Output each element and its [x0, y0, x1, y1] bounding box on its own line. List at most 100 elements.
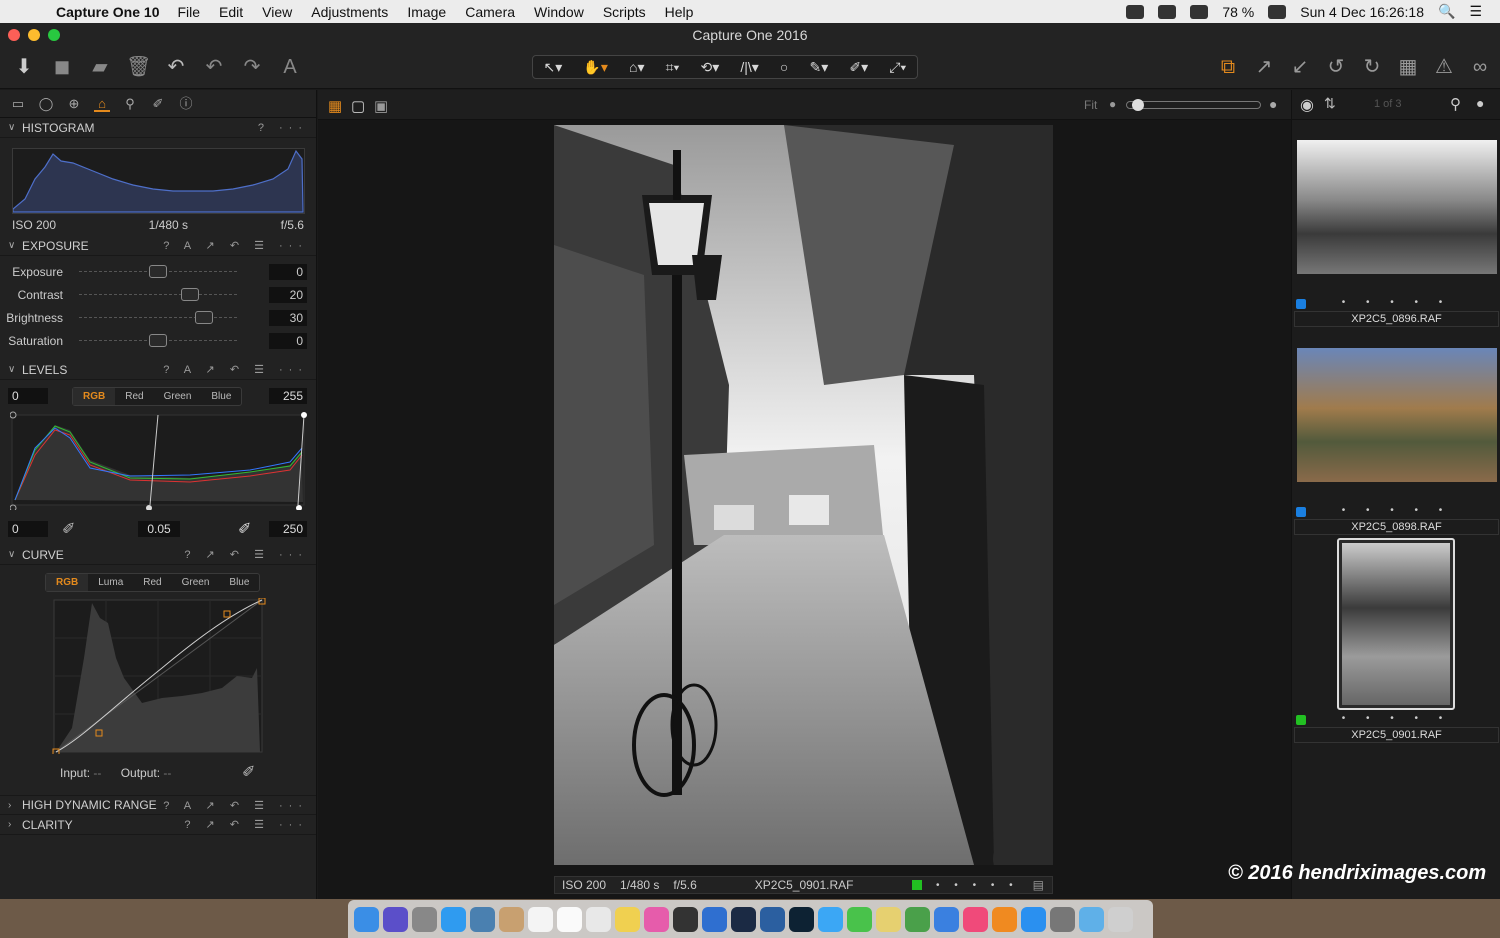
exposure-tab-icon[interactable]: ⌂: [94, 96, 110, 112]
star-rating[interactable]: • • • • •: [936, 880, 1019, 891]
slider-handle[interactable]: [180, 288, 199, 301]
levels-output-high[interactable]: 250: [269, 521, 307, 537]
clock[interactable]: Sun 4 Dec 16:26:18: [1300, 4, 1424, 20]
folder-icon[interactable]: ▰: [88, 55, 112, 79]
pages-icon[interactable]: [876, 906, 901, 932]
contrast-slider[interactable]: [79, 288, 237, 301]
brush-cursor-icon[interactable]: ✎▾: [809, 59, 828, 76]
menu-image[interactable]: Image: [407, 4, 446, 20]
curve-channel-luma[interactable]: Luma: [88, 574, 133, 591]
section-controls[interactable]: ? A ↗ ↶ ☰ ···: [163, 799, 308, 812]
itunes-icon[interactable]: [963, 906, 988, 932]
contacts-icon[interactable]: [499, 906, 524, 932]
info-app-icon[interactable]: [702, 906, 727, 932]
star-rating[interactable]: • • • • •: [1342, 713, 1452, 724]
thumbnail-item[interactable]: • • • • • XP2C5_0896.RAF: [1292, 120, 1500, 328]
curve-section-header[interactable]: ∨ CURVE ? ↗ ↶ ☰ ···: [0, 545, 316, 565]
downloads-folder-icon[interactable]: [1079, 906, 1104, 932]
brightness-value[interactable]: 30: [269, 309, 307, 326]
zoom-fit-label[interactable]: Fit: [1084, 98, 1097, 112]
section-controls[interactable]: ? ↗ ↶ ☰ ···: [184, 818, 308, 831]
star-rating[interactable]: • • • • •: [1342, 505, 1452, 516]
thumbnail-image[interactable]: [1297, 140, 1497, 274]
photos-icon[interactable]: [644, 906, 669, 932]
maps-icon[interactable]: [615, 906, 640, 932]
metadata-tab-icon[interactable]: ⓘ: [178, 96, 194, 112]
capture-tab-icon[interactable]: ◯: [38, 96, 54, 112]
photoshop-icon[interactable]: [789, 906, 814, 932]
saturation-value[interactable]: 0: [269, 332, 307, 349]
notification-center-icon[interactable]: ☰: [1469, 3, 1482, 20]
menu-window[interactable]: Window: [534, 4, 584, 20]
color-tag[interactable]: [1296, 507, 1306, 517]
keystone-cursor-icon[interactable]: /|\▾: [740, 59, 758, 76]
person-icon[interactable]: ●: [1476, 95, 1484, 111]
spotlight-icon[interactable]: 🔍: [1438, 3, 1455, 20]
hdr-section-header[interactable]: › HIGH DYNAMIC RANGE ? A ↗ ↶ ☰ ···: [0, 795, 316, 815]
loupe-cursor-icon[interactable]: ⌂▾: [629, 59, 644, 76]
redo-icon[interactable]: ↷: [240, 55, 264, 79]
slider-handle[interactable]: [149, 334, 167, 347]
copy-adjustments-icon[interactable]: ↗: [1252, 55, 1276, 79]
exposure-section-header[interactable]: ∨ EXPOSURE ? A ↗ ↶ ☰ ···: [0, 236, 316, 256]
menu-adjustments[interactable]: Adjustments: [311, 4, 388, 20]
siri-icon[interactable]: [383, 906, 408, 932]
levels-section-header[interactable]: ∨ LEVELS ? A ↗ ↶ ☰ ···: [0, 360, 316, 380]
color-tab-icon[interactable]: ⊕: [66, 96, 82, 112]
proof-view-icon[interactable]: ▣: [374, 97, 388, 115]
menu-edit[interactable]: Edit: [219, 4, 243, 20]
slider-handle[interactable]: [194, 311, 213, 324]
color-tag[interactable]: [1296, 299, 1306, 309]
curve-channel-green[interactable]: Green: [172, 574, 220, 591]
grid-icon[interactable]: ▦: [1396, 55, 1420, 79]
minimize-icon[interactable]: [28, 29, 40, 41]
safari-icon[interactable]: [441, 906, 466, 932]
notes-icon[interactable]: [557, 906, 582, 932]
keynote-icon[interactable]: [934, 906, 959, 932]
star-rating[interactable]: • • • • •: [1342, 297, 1452, 308]
multi-view-icon[interactable]: ▦: [328, 97, 342, 115]
network-icon[interactable]: [760, 906, 785, 932]
close-icon[interactable]: [8, 29, 20, 41]
menu-scripts[interactable]: Scripts: [603, 4, 646, 20]
proof-glasses-icon[interactable]: ∞: [1468, 55, 1492, 79]
levels-black-eyedropper-icon[interactable]: ✐: [62, 519, 75, 539]
search-icon[interactable]: ⚲: [1450, 95, 1461, 113]
curve-channel-red[interactable]: Red: [133, 574, 171, 591]
main-photo[interactable]: [554, 125, 1053, 865]
import-icon[interactable]: ⬇: [12, 55, 36, 79]
eye-icon[interactable]: ◉: [1300, 95, 1314, 115]
zoom-handle[interactable]: [1132, 99, 1144, 111]
picker-cursor-icon[interactable]: ✐▾: [849, 59, 868, 76]
crop-cursor-icon[interactable]: ⌗▾: [666, 59, 680, 76]
menu-file[interactable]: File: [177, 4, 200, 20]
levels-channel-red[interactable]: Red: [115, 388, 153, 405]
trash-icon[interactable]: 🗑: [126, 55, 151, 79]
thumbnail-rating[interactable]: • • • • •: [1292, 297, 1500, 311]
rotate-cursor-icon[interactable]: ⟲▾: [700, 59, 719, 76]
system-preferences-icon[interactable]: [1050, 906, 1075, 932]
variants-icon[interactable]: ⧉: [1216, 55, 1240, 79]
levels-gamma[interactable]: 0.05: [138, 521, 180, 537]
section-controls[interactable]: ? ↗ ↶ ☰ ···: [184, 548, 308, 561]
contrast-value[interactable]: 20: [269, 286, 307, 303]
undo-icon[interactable]: ↶: [164, 55, 188, 79]
info-icon[interactable]: ▤: [1033, 878, 1044, 892]
thumbnail-item-selected[interactable]: • • • • • XP2C5_0901.RAF: [1292, 536, 1500, 744]
histogram-section-header[interactable]: ∨ HISTOGRAM ? ···: [0, 118, 316, 138]
zoom-slider[interactable]: [1126, 101, 1261, 109]
levels-white-eyedropper-icon[interactable]: ✐: [238, 519, 251, 539]
trash-dock-icon[interactable]: [1108, 906, 1133, 932]
select-cursor-icon[interactable]: ↖▾: [544, 59, 563, 76]
menu-view[interactable]: View: [262, 4, 292, 20]
exposure-slider[interactable]: [79, 265, 237, 278]
curve-graph[interactable]: [52, 598, 266, 754]
reset-icon[interactable]: ↺: [1324, 55, 1348, 79]
wifi-icon[interactable]: [1158, 4, 1177, 19]
curve-channel-blue[interactable]: Blue: [219, 574, 259, 591]
capture-one-icon[interactable]: [673, 906, 698, 932]
section-controls[interactable]: ? A ↗ ↶ ☰ ···: [163, 239, 308, 252]
section-controls[interactable]: ? A ↗ ↶ ☰ ···: [163, 363, 308, 376]
undo-back-icon[interactable]: ↶: [202, 55, 226, 79]
thumbnail-item[interactable]: • • • • • XP2C5_0898.RAF: [1292, 328, 1500, 536]
